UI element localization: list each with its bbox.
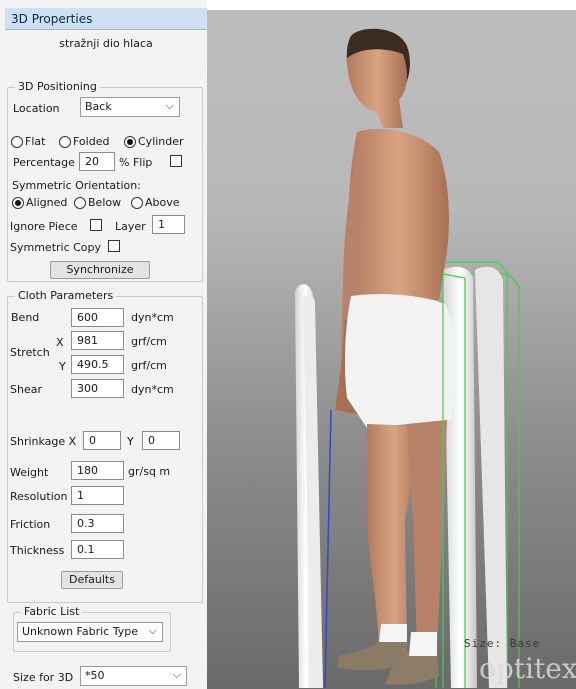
stretch-x-label: X	[56, 336, 64, 349]
ignore-piece-label: Ignore Piece	[10, 220, 78, 233]
positioning-group-title: 3D Positioning	[15, 80, 100, 93]
stretch-y-input[interactable]: 490.5	[71, 355, 124, 374]
scene-svg	[295, 28, 520, 689]
ignore-piece-checkbox[interactable]	[90, 219, 102, 231]
stretch-y-unit: grf/cm	[131, 359, 167, 372]
defaults-button[interactable]: Defaults	[61, 571, 123, 589]
aligned-radio[interactable]	[12, 197, 24, 209]
weight-label: Weight	[10, 466, 49, 479]
bend-unit: dyn*cm	[131, 311, 174, 324]
above-label: Above	[145, 196, 180, 209]
size-dropdown[interactable]: *50 ⌵	[80, 666, 187, 686]
cloth-cylinder-left	[295, 284, 332, 689]
synchronize-button[interactable]: Synchronize	[50, 261, 150, 279]
shear-input[interactable]: 300	[71, 379, 124, 398]
flip-label: % Flip	[119, 156, 153, 169]
panel-title: 3D Properties	[11, 12, 93, 26]
shrinkage-y-input[interactable]: 0	[142, 431, 180, 450]
piece-name: stražnji dio hlaca	[59, 37, 153, 50]
shear-unit: dyn*cm	[131, 383, 174, 396]
below-radio[interactable]	[74, 197, 86, 209]
folded-label: Folded	[73, 135, 110, 148]
thickness-label: Thickness	[10, 544, 65, 557]
aligned-label: Aligned	[26, 196, 68, 209]
fabric-type-dropdown[interactable]: Unknown Fabric Type ⌵	[17, 622, 163, 642]
stretch-x-input[interactable]: 981	[71, 331, 124, 350]
man-figure	[335, 28, 456, 685]
chevron-down-icon: ⌵	[165, 99, 174, 112]
weight-input[interactable]: 180	[71, 461, 124, 480]
percentage-label: Percentage	[13, 156, 75, 169]
cylinder-label: Cylinder	[138, 135, 184, 148]
friction-input[interactable]: 0.3	[71, 514, 124, 533]
location-value: Back	[85, 100, 112, 113]
shrinkage-x-input[interactable]: 0	[83, 431, 121, 450]
shrinkage-y-label: Y	[127, 435, 134, 448]
chevron-down-icon: ⌵	[148, 624, 157, 637]
symmetric-copy-label: Symmetric Copy	[10, 241, 102, 254]
percentage-input[interactable]: 20	[79, 152, 115, 171]
cylinder-radio[interactable]	[124, 136, 136, 148]
symmetric-copy-checkbox[interactable]	[108, 240, 120, 252]
panel-title-bar: 3D Properties	[5, 8, 207, 30]
layer-label: Layer	[115, 220, 146, 233]
chevron-down-icon: ⌵	[172, 668, 181, 681]
optitex-logo: optitex	[479, 652, 576, 685]
3d-viewport[interactable]: Size: Base optitex	[207, 0, 576, 689]
stretch-x-unit: grf/cm	[131, 335, 167, 348]
layer-input[interactable]: 1	[152, 215, 185, 234]
friction-label: Friction	[10, 518, 51, 531]
flat-radio[interactable]	[11, 136, 23, 148]
bend-label: Bend	[11, 311, 40, 324]
flip-checkbox[interactable]	[170, 155, 182, 167]
shrinkage-x-label: Shrinkage X	[10, 435, 77, 448]
thickness-input[interactable]: 0.1	[71, 540, 124, 559]
stretch-label: Stretch	[10, 346, 50, 359]
symmetric-orientation-label: Symmetric Orientation:	[12, 179, 141, 192]
stretch-y-label: Y	[59, 360, 66, 373]
location-dropdown[interactable]: Back ⌵	[80, 97, 180, 117]
bend-input[interactable]: 600	[71, 308, 124, 327]
fabric-list-title: Fabric List	[21, 605, 83, 618]
size-value: *50	[85, 669, 105, 682]
resolution-label: Resolution	[10, 490, 68, 503]
properties-panel: 3D Properties stražnji dio hlaca 3D Posi…	[0, 0, 207, 689]
flat-label: Flat	[25, 135, 46, 148]
resolution-input[interactable]: 1	[71, 486, 124, 505]
above-radio[interactable]	[131, 197, 143, 209]
cloth-parameters-title: Cloth Parameters	[15, 289, 117, 302]
location-label: Location	[13, 102, 60, 115]
size-for-3d-label: Size for 3D	[13, 671, 74, 684]
folded-radio[interactable]	[59, 136, 71, 148]
below-label: Below	[88, 196, 122, 209]
weight-unit: gr/sq m	[128, 465, 171, 478]
shear-label: Shear	[10, 383, 42, 396]
fabric-type-value: Unknown Fabric Type	[22, 625, 138, 638]
size-watermark: Size: Base	[464, 637, 541, 650]
